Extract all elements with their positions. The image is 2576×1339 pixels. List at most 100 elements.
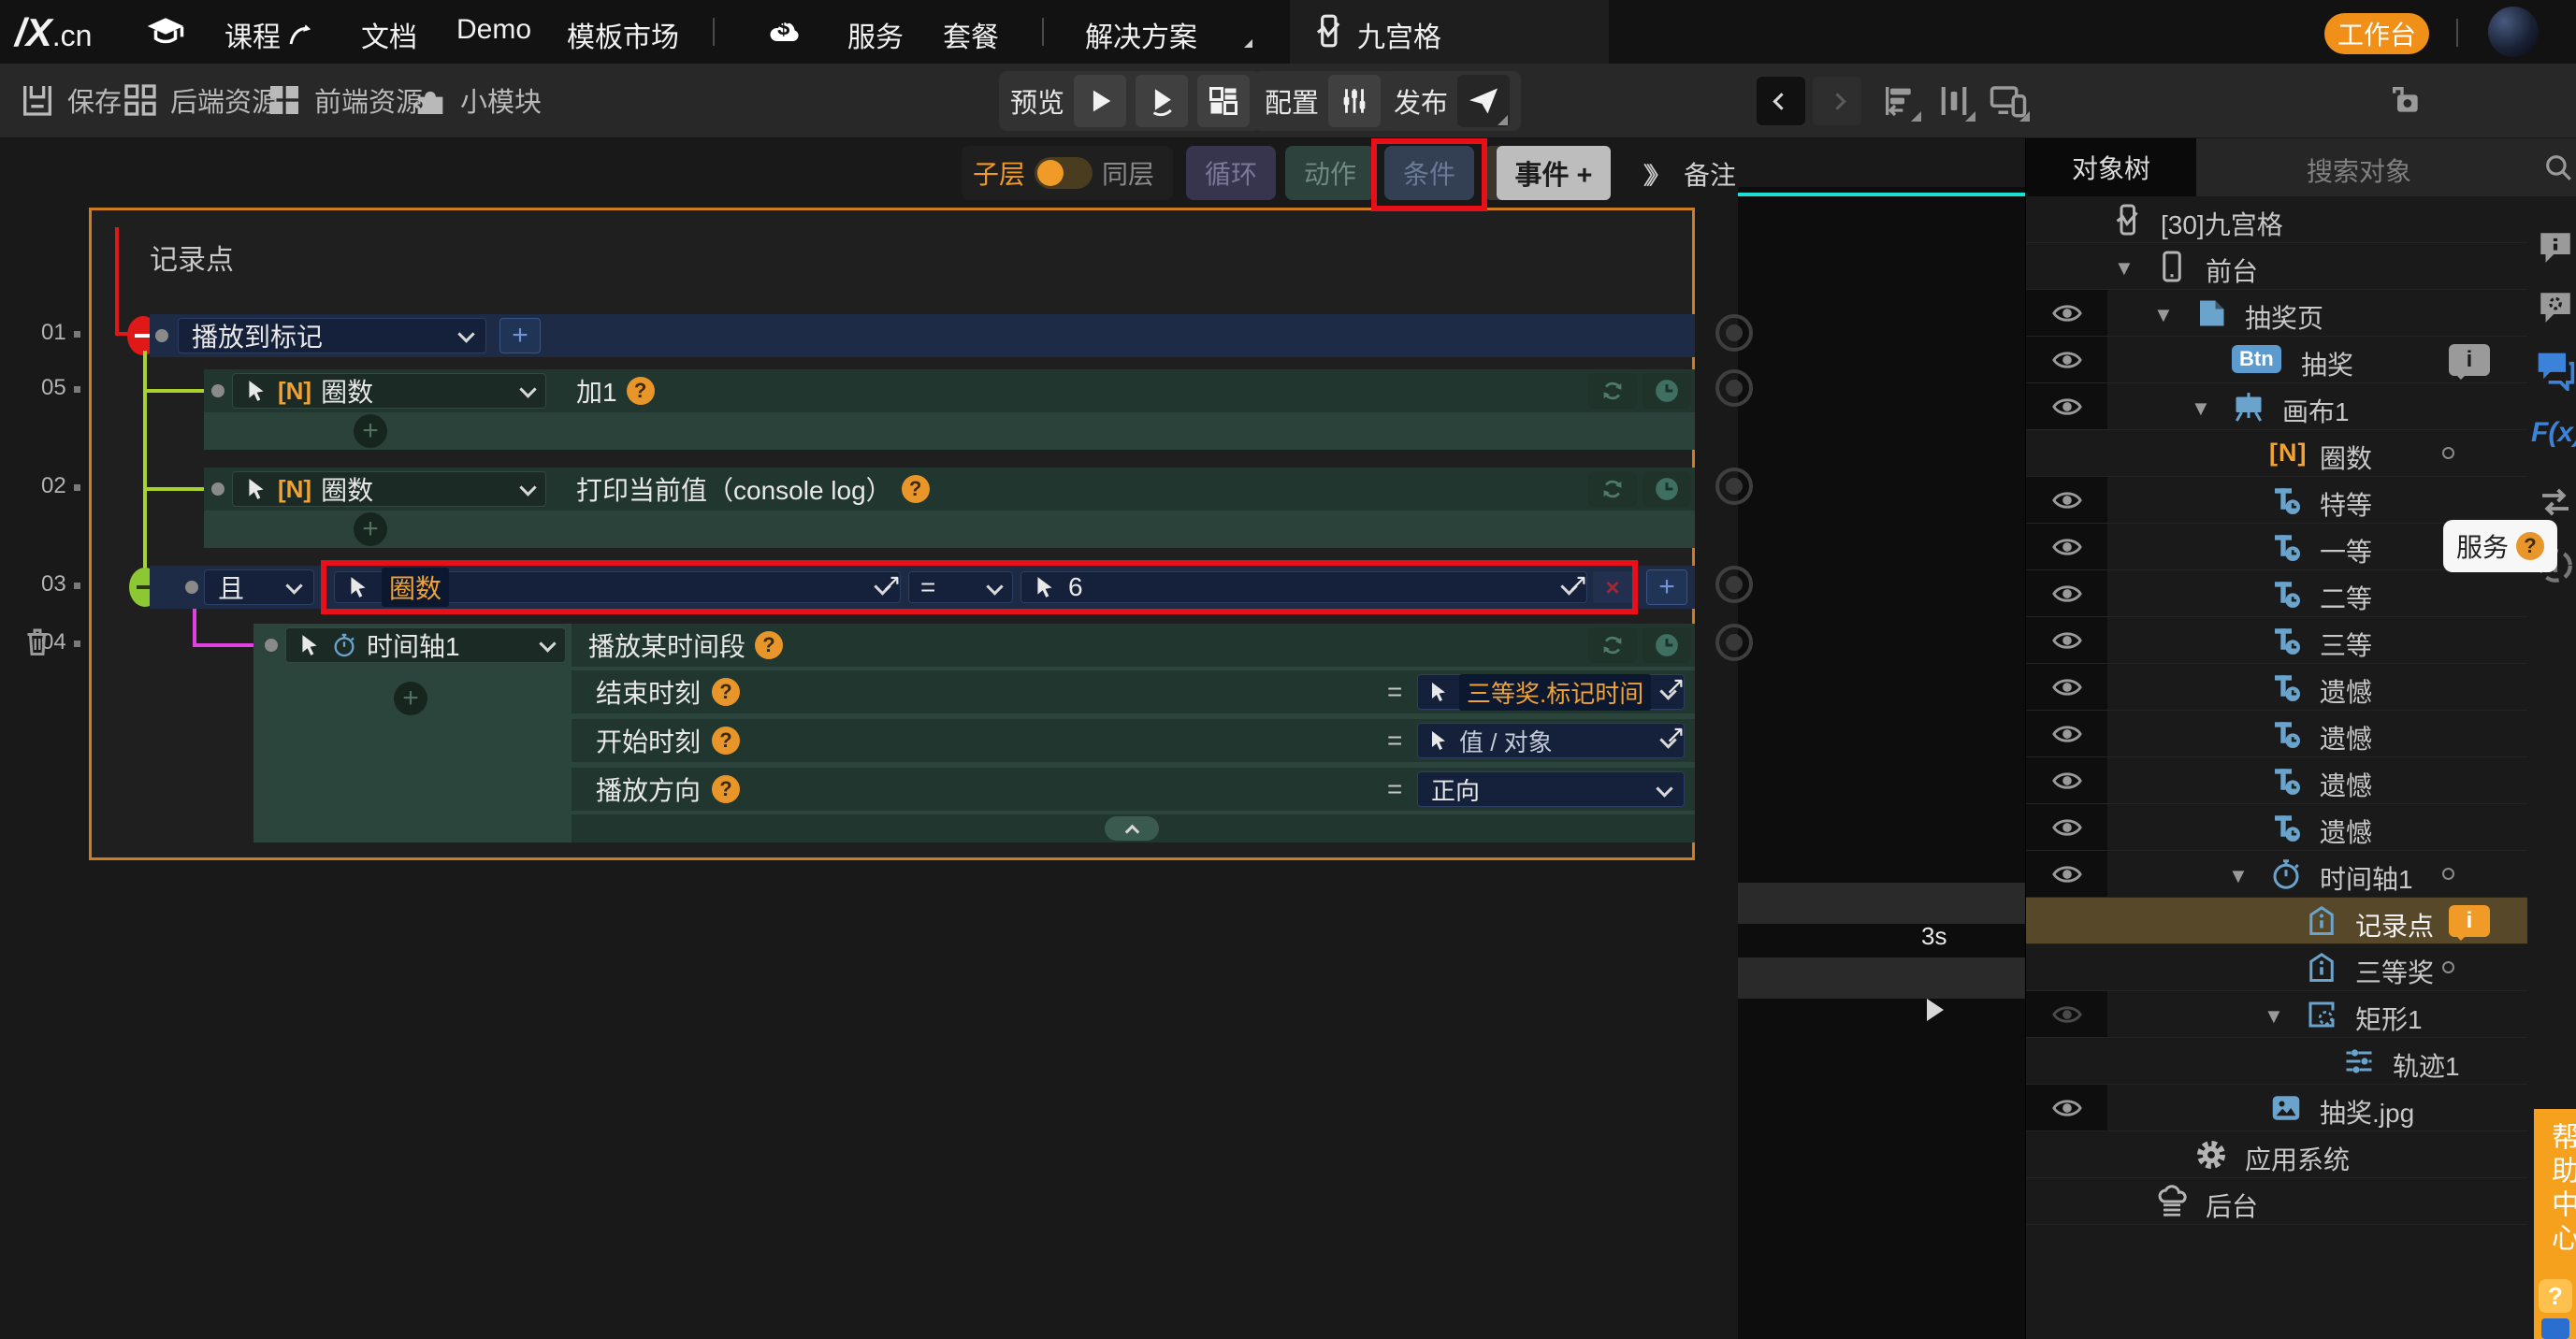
comparator-dropdown[interactable]: = [908,571,1013,603]
tree-item-17[interactable]: ▼矩形1 [2026,991,2527,1038]
expand-arrow-icon[interactable]: ▼ [2264,1004,2284,1029]
add-target-button[interactable]: + [354,414,387,448]
visibility-eye-icon[interactable] [2026,617,2107,663]
search-input[interactable]: 搜索对象 [2307,151,2411,189]
chat-bubbles-icon[interactable] [2531,350,2576,391]
layer-mode-switch[interactable] [1035,157,1093,189]
preview-debug-button[interactable] [1136,75,1188,127]
align-button[interactable] [1876,79,1923,123]
param-value-dropdown[interactable]: 正向 [1417,771,1685,807]
visibility-eye-icon[interactable] [2026,991,2107,1037]
trash-icon[interactable] [21,625,54,658]
cloud-dollar-icon[interactable]: $ [765,13,804,50]
visibility-eye-icon[interactable] [2026,664,2107,710]
nav-item-demo[interactable]: Demo [456,14,531,46]
timer-icon-button[interactable] [1643,471,1691,507]
pick-target-icon[interactable] [1715,314,1753,352]
nav-item-courses[interactable]: 课程 [224,14,314,55]
tree-item-21[interactable]: 后台 [2026,1178,2527,1225]
event-info-bubble-icon[interactable]: i [2449,905,2490,937]
event-dot-icon[interactable] [2442,447,2454,459]
external-link-icon[interactable]: ↗ [1568,569,1588,598]
project-tab[interactable]: 九宫格 [1290,0,1609,64]
event-dot-icon[interactable] [2442,868,2454,880]
action-dropdown[interactable]: 加1? [559,369,1695,412]
help-icon[interactable]: ? [627,377,655,405]
tree-item-13[interactable]: 遗憾 [2026,804,2527,851]
nav-item-services[interactable]: 服务 [847,14,904,55]
sibling-layer-label[interactable]: 同层 [1102,154,1154,192]
add-condition-button[interactable]: + [1646,569,1687,605]
nav-item-templates[interactable]: 模板市场 [567,14,679,55]
tree-item-10[interactable]: 遗憾 [2026,664,2527,711]
help-icon[interactable]: ? [902,475,930,503]
search-icon[interactable] [2542,151,2574,183]
add-condition-button[interactable]: + [499,318,541,353]
redo-button[interactable] [1813,77,1861,125]
visibility-eye-icon[interactable] [2026,757,2107,803]
publish-plane-button[interactable] [1457,75,1510,127]
add-event-button[interactable]: 事件 + [1497,146,1611,200]
tree-item-14[interactable]: ▼时间轴1 [2026,851,2527,898]
external-link-icon[interactable]: ↗ [1665,671,1686,700]
chat-widget-icon[interactable] [2541,1318,2569,1339]
tree-item-5[interactable]: [N]圈数 [2026,430,2527,477]
visibility-eye-icon[interactable] [2026,477,2107,523]
condition-right-dropdown[interactable]: 6 ↗ [1020,571,1587,603]
tree-item-1[interactable]: ▼前台 [2026,243,2527,290]
save-button[interactable]: 保存 [19,80,122,120]
preview-h5-button[interactable] [1197,75,1250,127]
timeline-play-icon[interactable] [1927,999,1944,1021]
add-target-button[interactable]: + [354,512,387,546]
help-center-strip[interactable]: 帮助中心 ? [2534,1109,2576,1339]
logo[interactable]: /X.cn [15,10,92,55]
tree-item-11[interactable]: 遗憾 [2026,711,2527,757]
visibility-eye-icon[interactable] [2026,804,2107,850]
nav-item-plans[interactable]: 套餐 [943,14,999,55]
backend-resources-button[interactable]: 后端资源 [122,80,279,120]
pick-target-icon[interactable] [1715,369,1753,407]
visibility-eye-icon[interactable] [2026,337,2107,382]
user-avatar[interactable] [2488,7,2539,57]
service-floating-badge[interactable]: 服务 ? [2443,520,2557,572]
param-value-dropdown[interactable]: 值 / 对象 ↗ [1417,723,1685,758]
timeline-track-bar[interactable] [1738,883,2025,924]
pick-target-icon[interactable] [1715,468,1753,505]
tree-item-20[interactable]: 应用系统 [2026,1131,2527,1178]
undo-button[interactable] [1757,77,1805,125]
target-dropdown[interactable]: [N] 圈数 [232,471,546,507]
visibility-eye-icon[interactable] [2026,1085,2107,1130]
info-bubble-icon[interactable] [2531,228,2576,267]
info-gear-bubble-icon[interactable] [2531,288,2576,327]
tree-item-15[interactable]: 记录点i [2026,898,2527,944]
frontend-resources-button[interactable]: 前端资源 [266,80,423,120]
event-dot-icon[interactable] [2442,961,2454,973]
timer-icon-button[interactable] [1643,627,1691,663]
expand-arrow-icon[interactable]: ▼ [2114,256,2135,281]
tree-item-3[interactable]: Btn抽奖i [2026,337,2527,383]
tree-item-2[interactable]: ▼抽奖页 [2026,290,2527,337]
expand-arrow-icon[interactable]: ▼ [2191,396,2211,421]
tree-item-6[interactable]: 特等 [2026,477,2527,524]
visibility-eye-icon[interactable] [2026,290,2107,336]
help-icon[interactable]: ? [712,775,740,803]
object-tree-tab[interactable]: 对象树 [2026,138,2196,196]
expand-arrow-icon[interactable]: ▼ [2153,303,2174,327]
academy-cap-icon[interactable] [146,13,185,52]
mode-loop-button[interactable]: 循环 [1186,146,1276,200]
visibility-eye-icon[interactable] [2026,524,2107,569]
tree-item-12[interactable]: 遗憾 [2026,757,2527,804]
timer-icon-button[interactable] [1643,373,1691,409]
help-icon[interactable]: ? [712,678,740,706]
help-icon[interactable]: ? [712,727,740,755]
nav-item-docs[interactable]: 文档 [361,14,417,55]
screenshot-button[interactable] [2383,79,2430,123]
repeat-icon-button[interactable] [1588,627,1637,663]
tree-item-18[interactable]: 轨迹1 [2026,1038,2527,1085]
tree-item-19[interactable]: 抽奖.jpg [2026,1085,2527,1131]
external-link-icon[interactable]: ↗ [1665,720,1686,749]
nav-item-solutions[interactable]: 解决方案 [1085,14,1197,55]
param-value-dropdown[interactable]: 三等奖.标记时间 ↗ [1417,674,1685,710]
help-question-icon[interactable]: ? [2539,1279,2572,1313]
tree-item-9[interactable]: 三等 [2026,617,2527,664]
